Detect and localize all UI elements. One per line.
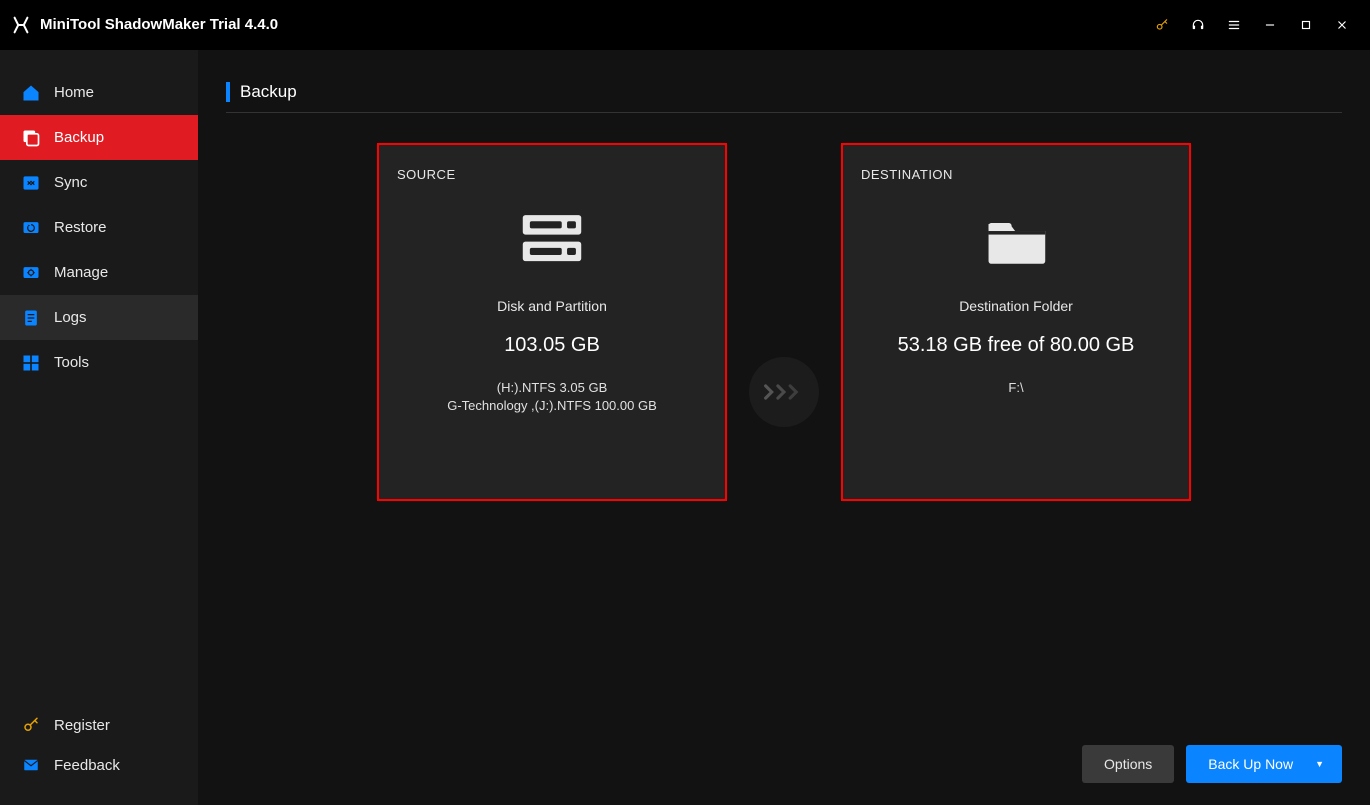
options-button[interactable]: Options (1082, 745, 1174, 783)
chevron-down-icon: ▼ (1315, 759, 1324, 769)
backup-icon (20, 127, 42, 149)
register-link[interactable]: Register (0, 705, 198, 745)
sync-icon (20, 172, 42, 194)
destination-path: F:\ (1008, 379, 1023, 397)
feedback-link[interactable]: Feedback (0, 745, 198, 785)
sidebar-item-logs[interactable]: Logs (0, 295, 198, 340)
register-label: Register (54, 717, 110, 734)
sidebar-item-backup[interactable]: Backup (0, 115, 198, 160)
sidebar-item-label: Tools (54, 354, 89, 371)
headset-icon[interactable] (1180, 0, 1216, 50)
key-icon (20, 714, 42, 736)
sidebar-item-manage[interactable]: Manage (0, 250, 198, 295)
sidebar-item-label: Home (54, 84, 94, 101)
sidebar-item-home[interactable]: Home (0, 70, 198, 115)
title-bar: MiniTool ShadowMaker Trial 4.4.0 (0, 0, 1370, 50)
maximize-button[interactable] (1288, 0, 1324, 50)
disk-icon (507, 204, 597, 274)
feedback-label: Feedback (54, 757, 120, 774)
sidebar-item-sync[interactable]: Sync (0, 160, 198, 205)
page-header: Backup (198, 50, 1370, 125)
sidebar: Home Backup Sync (0, 50, 198, 805)
home-icon (20, 82, 42, 104)
footer-buttons: Options Back Up Now ▼ (1082, 745, 1342, 783)
accent-bar (226, 82, 230, 102)
source-type: Disk and Partition (497, 298, 607, 314)
sidebar-item-label: Backup (54, 129, 104, 146)
main-area: Backup SOURCE (198, 50, 1370, 805)
menu-icon[interactable] (1216, 0, 1252, 50)
source-panel[interactable]: SOURCE Disk and Partition (377, 143, 727, 501)
source-details: (H:).NTFS 3.05 GB G-Technology ,(J:).NTF… (447, 379, 657, 414)
sidebar-item-tools[interactable]: Tools (0, 340, 198, 385)
destination-panel[interactable]: DESTINATION Destination Folder 53.18 GB … (841, 143, 1191, 501)
sidebar-item-label: Restore (54, 219, 107, 236)
arrow-icon (749, 357, 819, 427)
sidebar-item-restore[interactable]: Restore (0, 205, 198, 250)
options-label: Options (1104, 756, 1152, 772)
folder-icon (971, 204, 1061, 274)
sidebar-item-label: Logs (54, 309, 87, 326)
app-title: MiniTool ShadowMaker Trial 4.4.0 (40, 16, 278, 33)
key-icon[interactable] (1144, 0, 1180, 50)
destination-heading: DESTINATION (861, 167, 953, 182)
destination-type: Destination Folder (959, 298, 1073, 314)
minimize-button[interactable] (1252, 0, 1288, 50)
source-total: 103.05 GB (504, 334, 600, 357)
backup-now-button[interactable]: Back Up Now ▼ (1186, 745, 1342, 783)
manage-icon (20, 262, 42, 284)
restore-icon (20, 217, 42, 239)
app-logo-icon (10, 14, 32, 36)
backup-now-label: Back Up Now (1208, 756, 1293, 772)
tools-icon (20, 352, 42, 374)
page-title: Backup (240, 82, 297, 102)
sidebar-item-label: Sync (54, 174, 87, 191)
close-button[interactable] (1324, 0, 1360, 50)
logs-icon (20, 307, 42, 329)
mail-icon (20, 754, 42, 776)
destination-space: 53.18 GB free of 80.00 GB (898, 334, 1135, 357)
source-heading: SOURCE (397, 167, 456, 182)
sidebar-item-label: Manage (54, 264, 108, 281)
